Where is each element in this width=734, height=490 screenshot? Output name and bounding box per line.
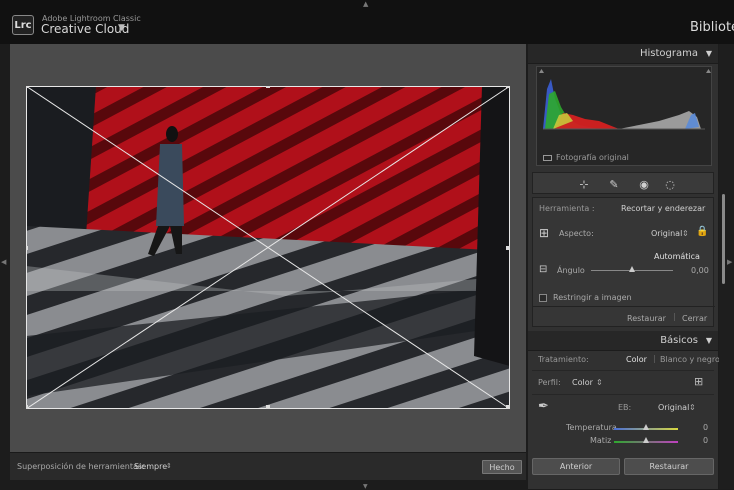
tool-label: Herramienta : xyxy=(539,204,595,213)
aspect-label: Aspecto: xyxy=(559,229,594,238)
aspect-chevron-icon[interactable]: ⇕ xyxy=(682,229,689,238)
angle-label: Ángulo xyxy=(557,266,585,275)
temperature-slider-thumb[interactable] xyxy=(643,424,649,430)
treatment-row: Tratamiento: Color | Blanco y negro xyxy=(532,352,720,368)
treatment-label: Tratamiento: xyxy=(538,355,589,364)
module-library-link[interactable]: Bibliotec xyxy=(690,20,734,35)
temperature-row: Temperatura 0 xyxy=(532,422,714,434)
crop-handle[interactable] xyxy=(26,405,28,409)
divider xyxy=(533,306,715,307)
straighten-tool-icon[interactable]: ⊟ xyxy=(539,264,547,275)
aspect-icon[interactable]: ⊞ xyxy=(539,226,549,240)
crop-handle[interactable] xyxy=(266,405,270,409)
right-panel-collapse-icon[interactable]: ▶ xyxy=(727,258,732,266)
profile-row: Perfil: Color ⇕ ⊞ xyxy=(532,374,714,390)
wb-select[interactable]: Original xyxy=(658,403,689,412)
previous-button[interactable]: Anterior xyxy=(532,458,620,475)
histogram-header[interactable]: Histograma ▼ xyxy=(528,44,718,64)
tool-overlay-chevron-icon[interactable]: ⇕ xyxy=(166,462,172,470)
separator: | xyxy=(653,354,656,363)
crop-handle[interactable] xyxy=(506,405,510,409)
lrc-logo: Lrc xyxy=(12,15,34,35)
reset-button[interactable]: Restaurar xyxy=(624,458,714,475)
crop-handle[interactable] xyxy=(266,86,270,88)
divider xyxy=(532,370,714,371)
crop-close-button[interactable]: Cerrar xyxy=(682,314,707,323)
tool-overlay-label: Superposición de herramientas: xyxy=(17,462,145,471)
angle-slider-thumb[interactable] xyxy=(629,266,635,272)
eyedropper-icon[interactable]: ✒ xyxy=(538,399,549,414)
image-canvas[interactable] xyxy=(10,44,526,452)
auto-button[interactable]: Automática xyxy=(654,252,700,261)
profile-chevron-icon[interactable]: ⇕ xyxy=(596,378,603,387)
separator: | xyxy=(673,312,676,321)
wb-label: EB: xyxy=(618,403,632,412)
identity-plate-chevron-icon[interactable]: ▼ xyxy=(118,23,125,33)
left-panel-collapse-icon[interactable]: ◀ xyxy=(1,258,6,266)
crop-icon[interactable]: ⊹ xyxy=(577,177,591,191)
tint-row: Matiz 0 xyxy=(532,435,714,447)
tool-value: Recortar y enderezar xyxy=(621,204,706,213)
heal-icon[interactable]: ✎ xyxy=(607,177,621,191)
redeye-icon[interactable]: ◉ xyxy=(637,177,651,191)
panel-collapse-icon[interactable]: ▼ xyxy=(706,336,712,345)
scrollbar-thumb[interactable] xyxy=(722,194,725,284)
tool-strip: ⊹ ✎ ◉ ◌ xyxy=(532,172,714,194)
basics-header[interactable]: Básicos ▼ xyxy=(528,331,718,351)
tint-label: Matiz xyxy=(590,436,612,445)
white-balance-row: ✒ EB: Original ⇕ xyxy=(532,399,714,415)
top-panel-collapse-icon[interactable]: ▲ xyxy=(363,0,368,8)
histogram-caption: Fotografía original xyxy=(556,153,629,162)
histogram: Fotografía original xyxy=(536,66,712,166)
histogram-graph xyxy=(539,69,711,149)
lock-icon[interactable]: 🔒 xyxy=(696,226,708,237)
basics-title: Básicos xyxy=(660,335,698,346)
tint-value[interactable]: 0 xyxy=(703,436,708,445)
profile-label: Perfil: xyxy=(538,378,561,387)
restrict-to-image-checkbox[interactable] xyxy=(539,294,547,302)
wb-chevron-icon[interactable]: ⇕ xyxy=(689,403,696,412)
temperature-label: Temperatura xyxy=(566,423,617,432)
crop-handle[interactable] xyxy=(506,86,510,88)
panel-collapse-icon[interactable]: ▼ xyxy=(706,49,712,58)
crop-overlay[interactable] xyxy=(26,86,510,409)
mask-icon[interactable]: ◌ xyxy=(663,177,677,191)
crop-handle[interactable] xyxy=(26,246,28,250)
done-button[interactable]: Hecho xyxy=(482,460,522,474)
aspect-select[interactable]: Original xyxy=(651,229,682,238)
right-panel-scrollbar[interactable] xyxy=(719,44,734,489)
crop-panel: Herramienta : Recortar y enderezar ⊞ Asp… xyxy=(532,197,715,327)
treatment-bw-option[interactable]: Blanco y negro xyxy=(660,355,720,364)
profile-select[interactable]: Color xyxy=(572,378,593,387)
tool-overlay-select[interactable]: Siempre xyxy=(134,462,167,471)
profile-browser-grid-icon[interactable]: ⊞ xyxy=(694,375,703,388)
treatment-color-option[interactable]: Color xyxy=(626,355,647,364)
right-panel: Histograma ▼ Fotografía original ⊹ ✎ ◉ ◌… xyxy=(528,44,720,489)
brand-title[interactable]: Creative Cloud xyxy=(41,22,129,36)
angle-value[interactable]: 0,00 xyxy=(691,266,709,275)
crop-reset-button[interactable]: Restaurar xyxy=(627,314,666,323)
tint-slider-thumb[interactable] xyxy=(643,437,649,443)
original-photo-icon xyxy=(543,155,552,161)
crop-handle[interactable] xyxy=(26,86,28,88)
bottom-buttons: Anterior Restaurar xyxy=(528,455,718,479)
crop-handle[interactable] xyxy=(506,246,510,250)
histogram-title: Histograma xyxy=(639,48,698,59)
temperature-value[interactable]: 0 xyxy=(703,423,708,432)
top-bar: ▲ Lrc Adobe Lightroom Classic Creative C… xyxy=(0,0,734,44)
toolbar: Superposición de herramientas: Siempre ⇕… xyxy=(10,452,526,480)
restrict-to-image-label: Restringir a imagen xyxy=(553,293,632,302)
divider xyxy=(532,394,714,395)
